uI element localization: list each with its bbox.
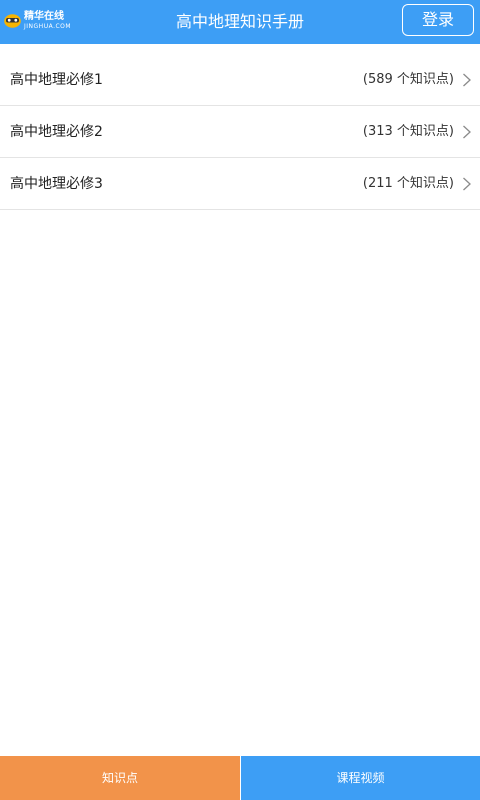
chevron-right-icon [463,177,471,191]
mascot-face-icon [4,14,21,28]
chevron-right-icon [463,125,471,139]
list-item-geography-2[interactable]: 高中地理必修2 (313 个知识点) [0,106,480,158]
list-item-title: 高中地理必修1 [10,72,103,88]
logo-text-chinese: 精华在线 [24,11,64,22]
list-item-geography-1[interactable]: 高中地理必修1 (589 个知识点) [0,54,480,106]
list-item-count: (313 个知识点) [362,124,454,139]
tab-course-videos[interactable]: 课程视频 [241,756,480,800]
logo-text-english: JINGHUA.COM [24,23,72,30]
bottom-tab-bar: 知识点 课程视频 [0,756,480,800]
list-item-geography-3[interactable]: 高中地理必修3 (211 个知识点) [0,158,480,210]
list-item-count: (589 个知识点) [362,72,454,87]
app-logo: 精华在线 JINGHUA.COM [4,10,88,34]
chevron-right-icon [463,73,471,87]
list-item-title: 高中地理必修2 [10,124,103,140]
page-title: 高中地理知识手册 [175,12,304,31]
login-button[interactable]: 登录 [402,4,474,36]
chapter-list: 高中地理必修1 (589 个知识点) 高中地理必修2 (313 个知识点) 高中… [0,54,480,210]
list-item-title: 高中地理必修3 [10,176,103,192]
tab-knowledge-points[interactable]: 知识点 [0,756,240,800]
list-item-count: (211 个知识点) [362,176,454,191]
app-header: 精华在线 JINGHUA.COM 高中地理知识手册 登录 [0,0,480,44]
